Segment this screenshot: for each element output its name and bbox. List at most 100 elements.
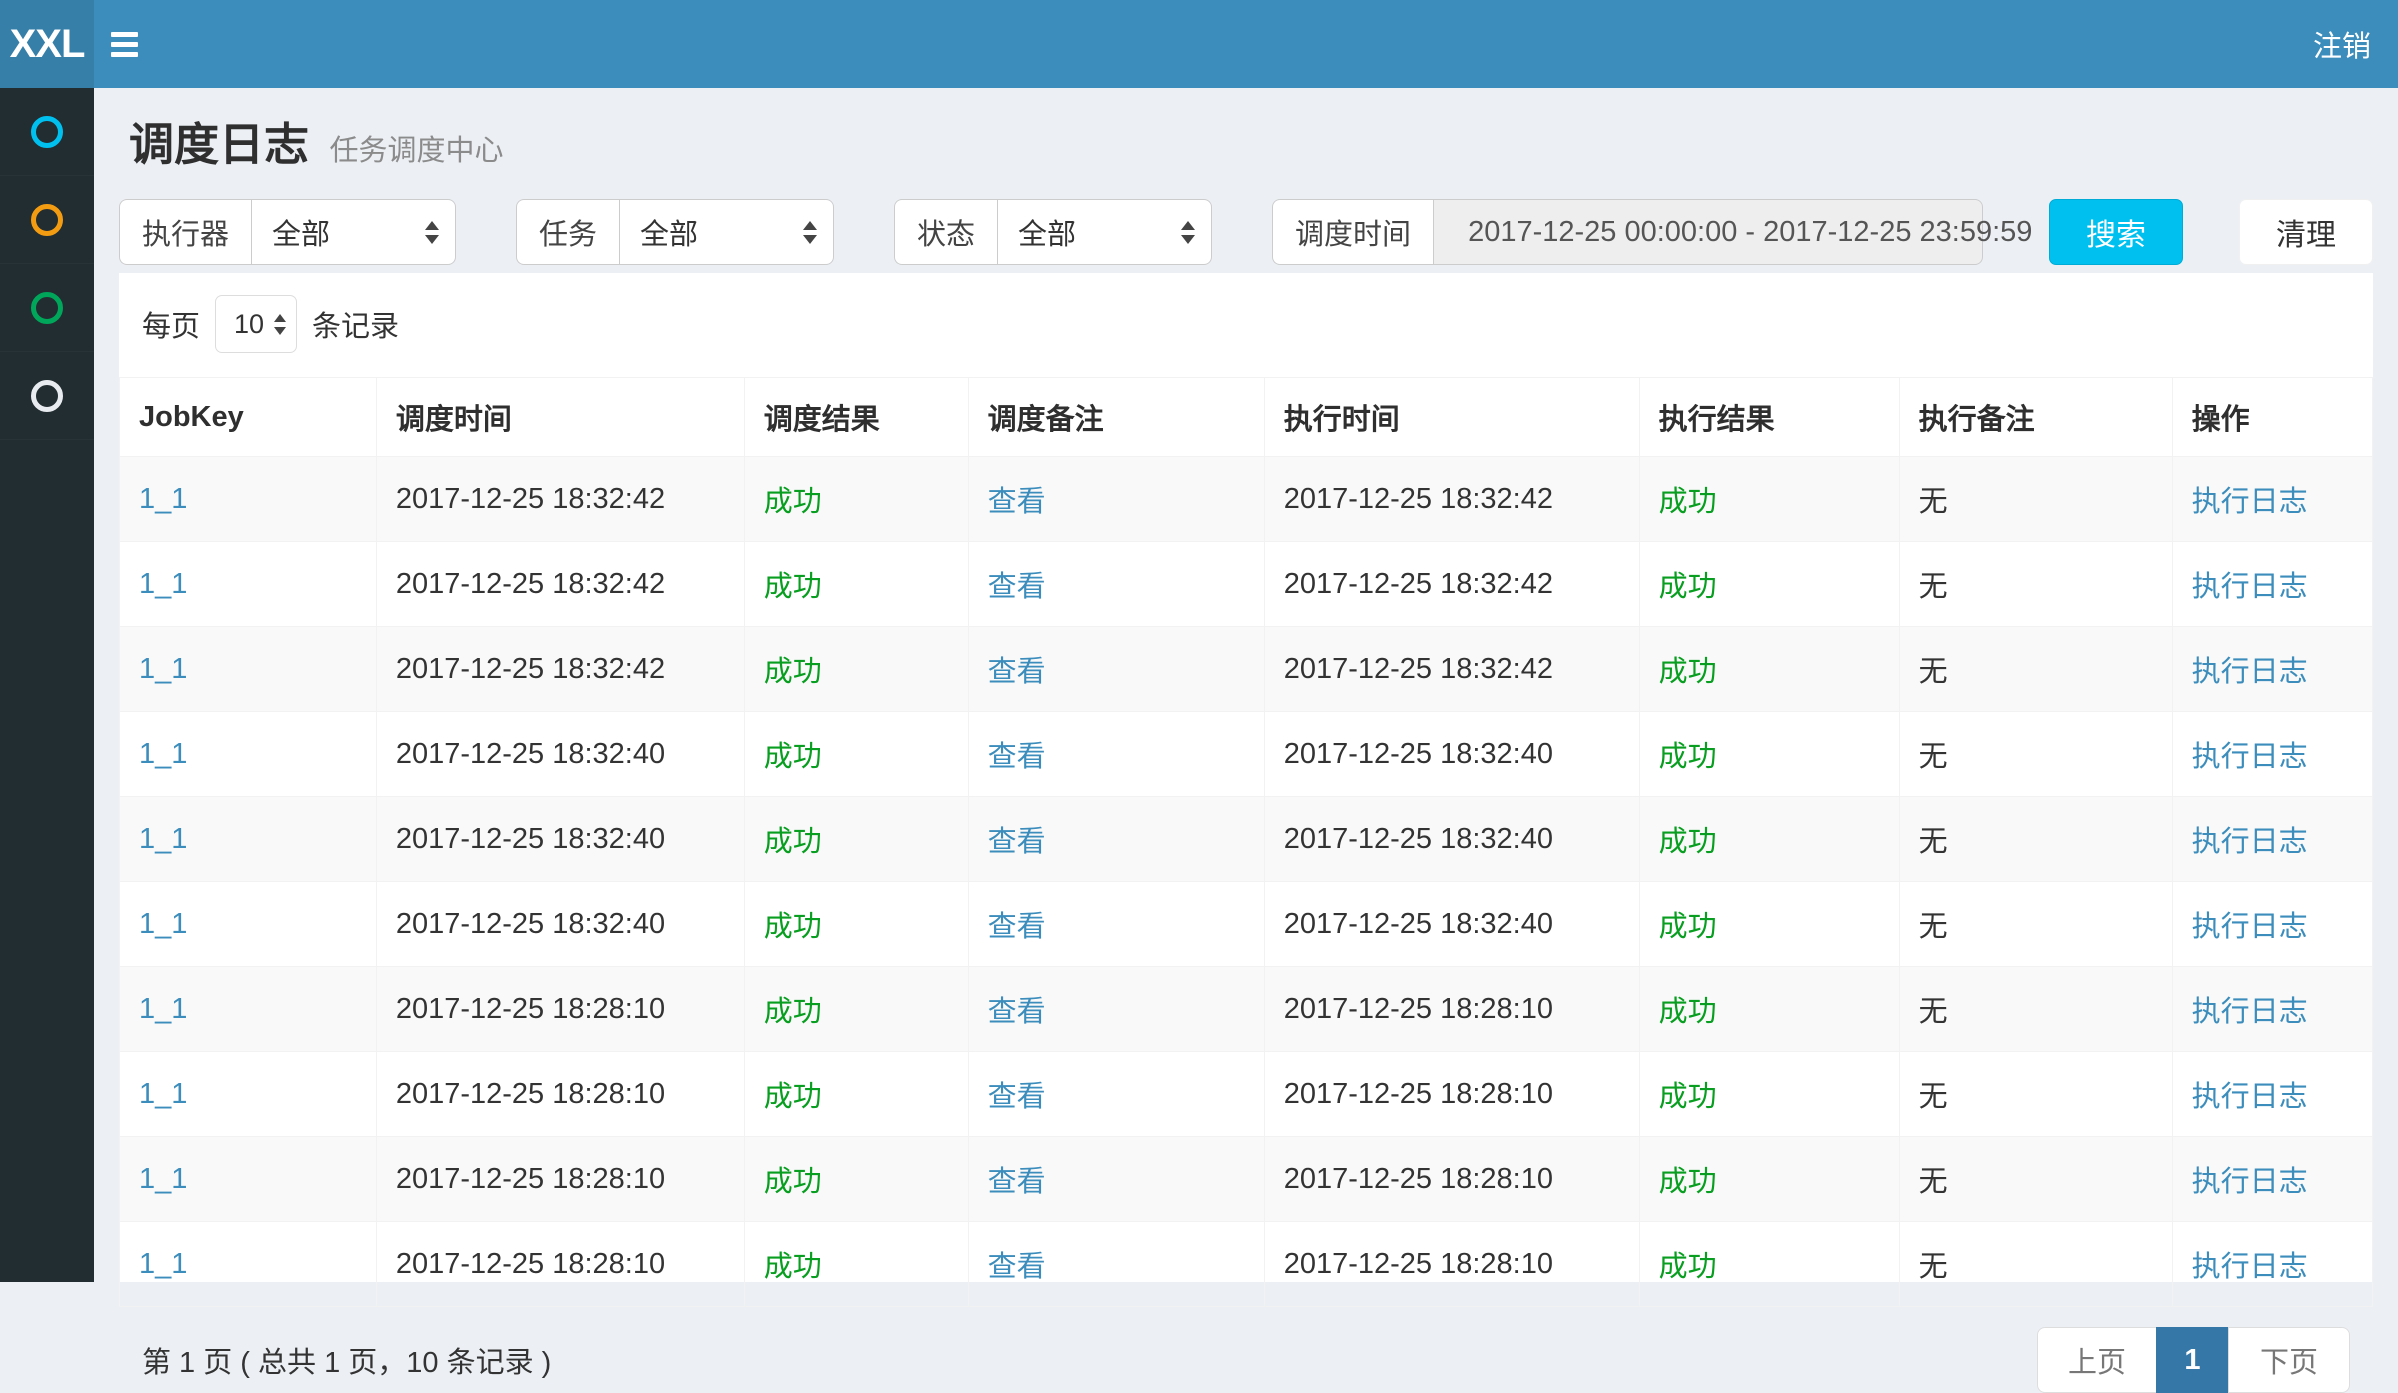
dispatch-remark-link[interactable]: 查看 — [988, 1081, 1046, 1113]
page-length-suffix: 条记录 — [312, 303, 399, 345]
jobkey-link-cell: 1_1 — [120, 627, 377, 712]
dispatch-time: 2017-12-25 18:32:42 — [376, 627, 744, 712]
jobkey-link[interactable]: 1_1 — [139, 738, 187, 770]
dispatch-remark-link[interactable]: 查看 — [988, 486, 1046, 518]
execute-log-link-cell: 执行日志 — [2172, 1137, 2372, 1222]
job-select-value: 全部 — [640, 211, 698, 253]
pagination-next-button[interactable]: 下页 — [2228, 1327, 2350, 1393]
jobkey-link-cell: 1_1 — [120, 457, 377, 542]
dispatch-remark-link-cell: 查看 — [968, 967, 1264, 1052]
brand-logo[interactable]: XXL — [0, 0, 94, 88]
execute-remark: 无 — [1899, 1222, 2172, 1307]
jobkey-link[interactable]: 1_1 — [139, 1248, 187, 1280]
dispatch-remark-link-cell: 查看 — [968, 1137, 1264, 1222]
log-table: JobKey调度时间调度结果调度备注执行时间执行结果执行备注操作 1_12017… — [119, 377, 2373, 1307]
jobkey-link[interactable]: 1_1 — [139, 1078, 187, 1110]
page-title: 调度日志 — [129, 119, 309, 170]
execute-log-link[interactable]: 执行日志 — [2192, 741, 2308, 773]
table-row: 1_12017-12-25 18:28:10成功查看2017-12-25 18:… — [120, 1222, 2373, 1307]
execute-log-link-cell: 执行日志 — [2172, 882, 2372, 967]
time-filter-group: 调度时间 2017-12-25 00:00:00 - 2017-12-25 23… — [1272, 199, 1983, 265]
dispatch-remark-link[interactable]: 查看 — [988, 996, 1046, 1028]
status-filter-group: 状态 全部 — [894, 199, 1212, 265]
page-length-select[interactable]: 10 — [215, 295, 297, 353]
jobkey-link[interactable]: 1_1 — [139, 1163, 187, 1195]
jobkey-link[interactable]: 1_1 — [139, 823, 187, 855]
table-row: 1_12017-12-25 18:28:10成功查看2017-12-25 18:… — [120, 967, 2373, 1052]
dispatch-remark-link[interactable]: 查看 — [988, 826, 1046, 858]
execute-result: 成功 — [1639, 1222, 1899, 1307]
dispatch-time: 2017-12-25 18:28:10 — [376, 1052, 744, 1137]
dispatch-time: 2017-12-25 18:32:40 — [376, 797, 744, 882]
dispatch-remark-link[interactable]: 查看 — [988, 1166, 1046, 1198]
sidebar-toggle-button[interactable] — [94, 0, 154, 88]
execute-remark: 无 — [1899, 1137, 2172, 1222]
status-select-value: 全部 — [1018, 211, 1076, 253]
job-select[interactable]: 全部 — [619, 199, 834, 265]
jobkey-link[interactable]: 1_1 — [139, 653, 187, 685]
job-filter-group: 任务 全部 — [516, 199, 834, 265]
execute-log-link[interactable]: 执行日志 — [2192, 656, 2308, 688]
main-content: 调度日志 任务调度中心 执行器 全部 任务 全部 状态 全部 调度时间 — [94, 88, 2398, 1282]
dispatch-remark-link[interactable]: 查看 — [988, 656, 1046, 688]
circle-outline-icon — [31, 204, 63, 236]
dispatch-remark-link[interactable]: 查看 — [988, 741, 1046, 773]
execute-log-link[interactable]: 执行日志 — [2192, 486, 2308, 518]
dispatch-remark-link[interactable]: 查看 — [988, 911, 1046, 943]
execute-result: 成功 — [1639, 542, 1899, 627]
logout-link[interactable]: 注销 — [2313, 23, 2371, 65]
dispatch-remark-link-cell: 查看 — [968, 627, 1264, 712]
executor-select[interactable]: 全部 — [251, 199, 456, 265]
execute-log-link-cell: 执行日志 — [2172, 1222, 2372, 1307]
dispatch-result: 成功 — [744, 1052, 968, 1137]
dispatch-time: 2017-12-25 18:32:40 — [376, 712, 744, 797]
execute-log-link-cell: 执行日志 — [2172, 967, 2372, 1052]
status-select[interactable]: 全部 — [997, 199, 1212, 265]
pagination-prev-button[interactable]: 上页 — [2037, 1327, 2157, 1393]
jobkey-link-cell: 1_1 — [120, 1137, 377, 1222]
execute-log-link[interactable]: 执行日志 — [2192, 1166, 2308, 1198]
search-button[interactable]: 搜索 — [2049, 199, 2183, 265]
page-subtitle: 任务调度中心 — [329, 135, 503, 167]
table-row: 1_12017-12-25 18:32:40成功查看2017-12-25 18:… — [120, 882, 2373, 967]
execute-log-link[interactable]: 执行日志 — [2192, 571, 2308, 603]
time-range-input[interactable]: 2017-12-25 00:00:00 - 2017-12-25 23:59:5… — [1433, 199, 1983, 265]
select-arrows-icon — [425, 221, 439, 244]
sidebar-item-4[interactable] — [0, 352, 94, 440]
pagination-current-page[interactable]: 1 — [2156, 1327, 2229, 1393]
jobkey-link[interactable]: 1_1 — [139, 993, 187, 1025]
dispatch-remark-link-cell: 查看 — [968, 542, 1264, 627]
dispatch-remark-link-cell: 查看 — [968, 1222, 1264, 1307]
execute-result: 成功 — [1639, 797, 1899, 882]
execute-log-link[interactable]: 执行日志 — [2192, 911, 2308, 943]
pagination: 上页 1 下页 — [2037, 1327, 2350, 1393]
execute-time: 2017-12-25 18:32:42 — [1264, 627, 1639, 712]
clear-button[interactable]: 清理 — [2239, 199, 2373, 265]
jobkey-link[interactable]: 1_1 — [139, 568, 187, 600]
execute-log-link[interactable]: 执行日志 — [2192, 1251, 2308, 1283]
column-header-execute-time: 执行时间 — [1264, 378, 1639, 457]
execute-result: 成功 — [1639, 627, 1899, 712]
jobkey-link[interactable]: 1_1 — [139, 908, 187, 940]
select-arrows-icon — [274, 314, 286, 335]
sidebar-item-2[interactable] — [0, 176, 94, 264]
dispatch-time: 2017-12-25 18:28:10 — [376, 967, 744, 1052]
log-table-body: 1_12017-12-25 18:32:42成功查看2017-12-25 18:… — [120, 457, 2373, 1307]
dispatch-remark-link[interactable]: 查看 — [988, 1251, 1046, 1283]
execute-log-link[interactable]: 执行日志 — [2192, 1081, 2308, 1113]
sidebar-item-3[interactable] — [0, 264, 94, 352]
execute-log-link[interactable]: 执行日志 — [2192, 826, 2308, 858]
dispatch-result: 成功 — [744, 457, 968, 542]
sidebar — [0, 88, 94, 1282]
column-header-execute-log-link: 操作 — [2172, 378, 2372, 457]
dispatch-time: 2017-12-25 18:28:10 — [376, 1137, 744, 1222]
execute-result: 成功 — [1639, 1137, 1899, 1222]
execute-time: 2017-12-25 18:32:42 — [1264, 457, 1639, 542]
jobkey-link[interactable]: 1_1 — [139, 483, 187, 515]
execute-log-link-cell: 执行日志 — [2172, 627, 2372, 712]
dispatch-remark-link[interactable]: 查看 — [988, 571, 1046, 603]
sidebar-item-1[interactable] — [0, 88, 94, 176]
execute-time: 2017-12-25 18:32:40 — [1264, 712, 1639, 797]
execute-log-link[interactable]: 执行日志 — [2192, 996, 2308, 1028]
table-row: 1_12017-12-25 18:32:42成功查看2017-12-25 18:… — [120, 627, 2373, 712]
